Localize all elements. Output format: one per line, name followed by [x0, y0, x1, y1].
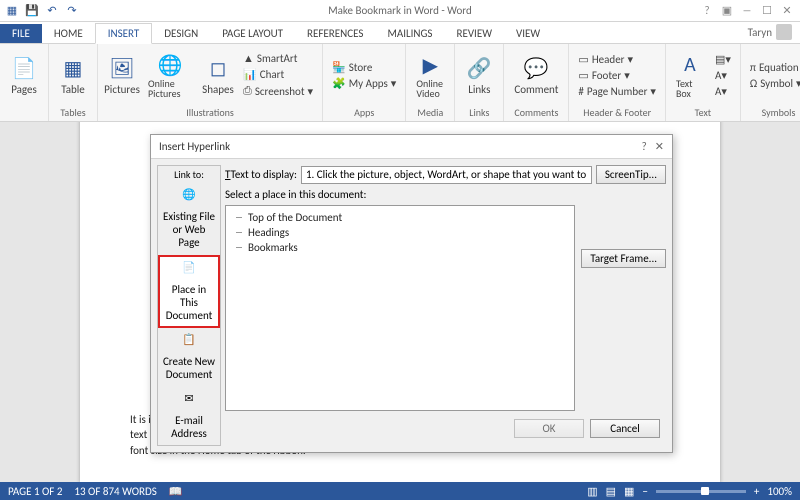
create-new-button[interactable]: 📋Create New Document [158, 328, 220, 386]
status-bar: PAGE 1 OF 2 13 OF 874 WORDS 📖 ▥ ▤ ▦ − + … [0, 482, 800, 500]
cancel-button[interactable]: Cancel [590, 419, 660, 438]
new-doc-icon: 📋 [179, 333, 199, 353]
equation-button[interactable]: π Equation ▾ [747, 60, 800, 75]
ribbon-tabs: FILE HOME INSERT DESIGN PAGE LAYOUT REFE… [0, 22, 800, 44]
proofing-icon[interactable]: 📖 [169, 485, 183, 498]
existing-file-button[interactable]: 🌐Existing File or Web Page [158, 183, 220, 255]
view-read-icon[interactable]: ▤ [606, 485, 616, 498]
minimize-icon[interactable]: ― [738, 4, 756, 17]
screenshot-button[interactable]: ⎙ Screenshot ▾ [240, 83, 316, 99]
globe-file-icon: 🌐 [179, 188, 199, 208]
insert-hyperlink-dialog: Insert Hyperlink ? ✕ Link to: 🌐Existing F… [150, 134, 673, 453]
select-place-label: Select a place in this document: [225, 188, 666, 201]
place-in-document-button[interactable]: 📄Place in This Document [158, 255, 220, 329]
email-address-button[interactable]: ✉E-mail Address [158, 387, 220, 445]
zoom-value[interactable]: 100% [767, 485, 792, 498]
header-button[interactable]: ▭ Header ▾ [575, 52, 659, 67]
wordart-button[interactable]: A▾ [712, 68, 734, 83]
view-web-icon[interactable]: ▦ [624, 485, 634, 498]
ribbon-display-icon[interactable]: ▣ [718, 4, 736, 17]
tab-insert[interactable]: INSERT [95, 23, 153, 44]
tree-item[interactable]: Top of the Document [234, 210, 566, 225]
page-number-button[interactable]: # Page Number ▾ [575, 84, 659, 99]
window-title: Make Bookmark in Word - Word [328, 4, 472, 17]
tab-file[interactable]: FILE [0, 24, 42, 43]
user-account[interactable]: Taryn [740, 21, 800, 43]
linkto-sidebar: Link to: 🌐Existing File or Web Page 📄Pla… [157, 165, 221, 446]
document-tree[interactable]: Top of the Document Headings Bookmarks [225, 205, 575, 411]
dropcap-button[interactable]: A▾ [712, 84, 734, 99]
maximize-icon[interactable]: ☐ [758, 4, 776, 17]
help-icon[interactable]: ? [698, 4, 716, 17]
tab-home[interactable]: HOME [42, 24, 95, 43]
undo-icon[interactable]: ↶ [44, 3, 60, 19]
text-display-input[interactable] [301, 166, 592, 184]
view-print-icon[interactable]: ▥ [587, 485, 597, 498]
comment-button[interactable]: 💬Comment [510, 46, 562, 104]
store-button[interactable]: 🏪 Store [329, 60, 399, 75]
tab-review[interactable]: REVIEW [444, 24, 504, 43]
pictures-button[interactable]: 🖼Pictures [104, 46, 140, 104]
ok-button[interactable]: OK [514, 419, 584, 438]
email-icon: ✉ [179, 392, 199, 412]
quick-access-toolbar: ▦ 💾 ↶ ↷ Make Bookmark in Word - Word ? ▣… [0, 0, 800, 22]
page-count[interactable]: PAGE 1 OF 2 [8, 485, 62, 498]
quick-parts-button[interactable]: ▤▾ [712, 52, 734, 67]
table-button[interactable]: ▦Table [55, 46, 91, 104]
zoom-slider[interactable] [656, 490, 746, 493]
online-video-button[interactable]: ▶Online Video [412, 46, 448, 104]
pages-button[interactable]: 📄Pages [6, 46, 42, 104]
word-count[interactable]: 13 OF 874 WORDS [74, 485, 156, 498]
document-place-icon: 📄 [179, 261, 199, 281]
links-button[interactable]: 🔗Links [461, 46, 497, 104]
tab-page-layout[interactable]: PAGE LAYOUT [210, 24, 295, 43]
zoom-out-icon[interactable]: − [642, 485, 647, 498]
word-icon: ▦ [4, 3, 20, 19]
tab-references[interactable]: REFERENCES [295, 24, 375, 43]
tree-item[interactable]: Bookmarks [234, 240, 566, 255]
dialog-help-icon[interactable]: ? [642, 140, 647, 153]
tab-view[interactable]: VIEW [504, 24, 552, 43]
tab-mailings[interactable]: MAILINGS [375, 24, 444, 43]
footer-button[interactable]: ▭ Footer ▾ [575, 68, 659, 83]
save-icon[interactable]: 💾 [24, 3, 40, 19]
smartart-button[interactable]: ▲ SmartArt [240, 51, 316, 66]
tree-item[interactable]: Headings [234, 225, 566, 240]
chart-button[interactable]: 📊 Chart [240, 67, 316, 82]
close-icon[interactable]: ✕ [778, 4, 796, 17]
screentip-button[interactable]: ScreenTip... [596, 165, 666, 184]
symbol-button[interactable]: Ω Symbol ▾ [747, 76, 800, 91]
target-frame-button[interactable]: Target Frame... [581, 249, 666, 268]
ribbon: 📄Pages ▦TableTables 🖼Pictures 🌐Online Pi… [0, 44, 800, 122]
myapps-button[interactable]: 🧩 My Apps ▾ [329, 76, 399, 91]
dialog-title: Insert Hyperlink [159, 140, 230, 153]
textbox-button[interactable]: AText Box [672, 46, 708, 104]
redo-icon[interactable]: ↷ [64, 3, 80, 19]
avatar-icon [776, 24, 792, 40]
zoom-in-icon[interactable]: + [754, 485, 759, 498]
online-pictures-button[interactable]: 🌐Online Pictures [144, 46, 196, 104]
dialog-close-icon[interactable]: ✕ [655, 140, 664, 153]
tab-design[interactable]: DESIGN [152, 24, 210, 43]
shapes-button[interactable]: ◻Shapes [200, 46, 236, 104]
text-display-label: TText to display: [225, 168, 297, 181]
